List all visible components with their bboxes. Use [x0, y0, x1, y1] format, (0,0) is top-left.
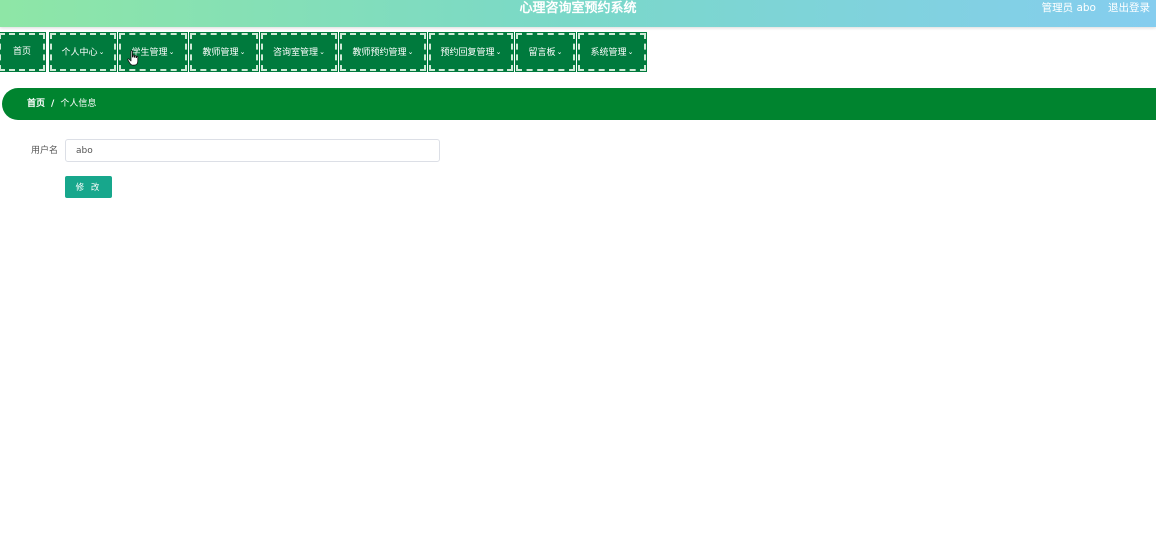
nav-item-label: 个人中心	[61, 48, 98, 58]
username-label: 用户名	[31, 146, 59, 156]
logout-link[interactable]: 退出登录	[1108, 0, 1150, 16]
hand-pointer-icon	[127, 50, 139, 66]
nav-item-personal-center[interactable]: 个人中心⌄	[49, 32, 117, 72]
top-header-bar: 心理咨询室预约系统 管理员 abo 退出登录	[0, 0, 1156, 27]
main-nav: 首页 个人中心⌄ 学生管理⌄ 教师管理⌄ 咨询室管理⌄ 教师预约管理⌄ 预约回复…	[0, 32, 1156, 72]
nav-item-message-board[interactable]: 留言板⌄	[515, 32, 576, 72]
chevron-down-icon: ⌄	[495, 48, 502, 56]
nav-item-label: 教师预约管理	[352, 48, 407, 58]
breadcrumb-separator: /	[51, 99, 55, 109]
nav-item-room-management[interactable]: 咨询室管理⌄	[260, 32, 338, 72]
chevron-down-icon: ⌄	[319, 48, 325, 56]
nav-item-label: 教师管理	[202, 48, 239, 58]
chevron-down-icon: ⌄	[239, 48, 246, 56]
nav-item-label: 留言板	[528, 48, 556, 58]
nav-item-home[interactable]: 首页	[0, 32, 46, 72]
nav-item-label: 咨询室管理	[273, 48, 319, 58]
username-input[interactable]	[65, 139, 440, 162]
breadcrumb-current: 个人信息	[60, 99, 97, 109]
nav-item-reply-management[interactable]: 预约回复管理⌄	[428, 32, 514, 72]
nav-item-label: 系统管理	[590, 48, 627, 58]
chevron-down-icon: ⌄	[407, 48, 414, 56]
nav-item-appointment-management[interactable]: 教师预约管理⌄	[339, 32, 427, 72]
app-title: 心理咨询室预约系统	[519, 1, 637, 16]
chevron-down-icon: ⌄	[627, 48, 634, 56]
nav-item-system-management[interactable]: 系统管理⌄	[577, 32, 647, 72]
modify-button[interactable]: 修 改	[65, 176, 112, 198]
nav-item-label: 首页	[12, 47, 31, 57]
current-user-label: 管理员 abo	[1041, 2, 1096, 14]
breadcrumb: 首页 / 个人信息	[2, 88, 1156, 120]
nav-item-label: 预约回复管理	[440, 48, 495, 58]
chevron-down-icon: ⌄	[168, 48, 175, 56]
chevron-down-icon: ⌄	[556, 48, 563, 56]
breadcrumb-home-link[interactable]: 首页	[27, 99, 45, 109]
chevron-down-icon: ⌄	[98, 48, 105, 56]
nav-item-teacher-management[interactable]: 教师管理⌄	[189, 32, 259, 72]
